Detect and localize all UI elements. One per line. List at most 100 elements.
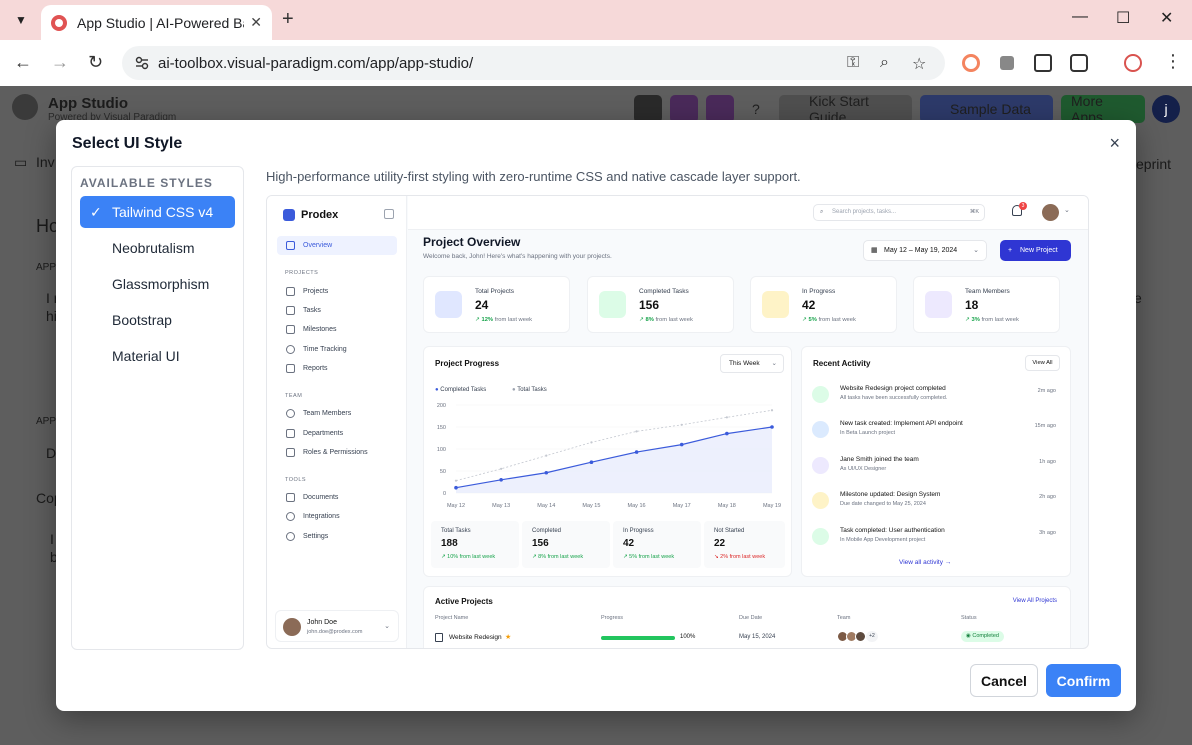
chart-point — [590, 441, 593, 444]
status-badge: ◉ Completed — [961, 631, 1004, 642]
bookmark-star-icon[interactable]: ☆ — [912, 54, 926, 74]
style-option-label: Tailwind CSS v4 — [112, 204, 214, 220]
style-option-material-ui[interactable]: Material UI — [80, 340, 235, 372]
preview-stat-delta-value: 3% — [971, 317, 980, 323]
style-option-label: Material UI — [112, 348, 180, 364]
extensions-puzzle-icon[interactable] — [1070, 54, 1088, 72]
preview-progress-fill — [601, 636, 675, 640]
minimize-button[interactable]: — — [1072, 8, 1088, 26]
close-icon[interactable]: × — [1109, 133, 1120, 154]
preview-nav-milestones: Milestones — [277, 320, 397, 339]
style-option-glassmorphism[interactable]: Glassmorphism — [80, 268, 235, 300]
preview-nav-label: Team Members — [303, 410, 352, 417]
preview-team-extra: +2 — [866, 631, 878, 642]
help-icon[interactable]: ? — [742, 95, 770, 123]
chart-area-completed — [456, 427, 772, 493]
site-info-icon[interactable] — [134, 55, 150, 71]
preview-brand-logo-icon — [283, 209, 295, 221]
profile-icon[interactable] — [1124, 54, 1142, 72]
kick-start-guide-button[interactable]: Kick Start Guide — [779, 93, 912, 125]
add-button[interactable] — [634, 95, 662, 123]
preview-view-all-activity-link: View all activity → — [899, 559, 952, 566]
preview-activity-time: 3h ago — [1039, 530, 1056, 536]
bg-blueprint-label: eprint — [1136, 156, 1172, 172]
preview-mini-label: Not Started — [714, 528, 745, 534]
zoom-icon[interactable]: ⌕ — [880, 54, 889, 72]
open-folder-button[interactable] — [670, 95, 698, 123]
preview-nav-label: Documents — [303, 494, 339, 501]
preview-user-card: John Doe john.doe@prodex.com ⌄ — [275, 610, 399, 642]
preview-mini-label: In Progress — [623, 528, 654, 534]
preview-stat-delta-text: from last week — [494, 317, 533, 323]
avatar — [1042, 204, 1059, 221]
preview-activity-item: New task created: Implement API endpoint… — [812, 420, 1062, 450]
select-ui-style-modal: Select UI Style × AVAILABLE STYLES ✓ Tai… — [56, 120, 1136, 711]
extension-chat-icon[interactable] — [1000, 56, 1014, 70]
style-option-bootstrap[interactable]: Bootstrap — [80, 304, 235, 336]
site-favicon-icon — [51, 14, 67, 31]
tab-title: App Studio | AI-Powered Backend — [77, 14, 244, 31]
preview-stat-delta-value: 8% — [645, 317, 654, 323]
preview-stat-label: Team Members — [965, 288, 1010, 295]
style-option-neobrutalism[interactable]: Neobrutalism — [80, 232, 235, 264]
reload-icon[interactable]: ↻ — [88, 52, 103, 73]
chart-point — [725, 416, 728, 419]
preview-mini-delta: ↗ 8% from last week — [532, 554, 584, 560]
maximize-button[interactable]: ☐ — [1116, 8, 1130, 28]
preview-active-title: Active Projects — [435, 597, 493, 606]
preview-mini-label: Total Tasks — [441, 528, 471, 534]
preview-date-range: ▦ May 12 – May 19, 2024 ⌄ — [863, 240, 987, 261]
preview-col-name: Project Name — [435, 615, 469, 621]
folder-icon — [286, 287, 295, 296]
address-bar[interactable]: ai-toolbox.visual-paradigm.com/app/app-s… — [122, 46, 945, 80]
style-option-label: Glassmorphism — [112, 276, 210, 292]
chart-point — [454, 485, 458, 490]
user-avatar[interactable]: j — [1152, 95, 1180, 123]
home-icon — [286, 241, 295, 250]
building-icon — [286, 429, 295, 438]
preview-row-name: Website Redesign — [449, 634, 502, 641]
chart-y-tick-label: 150 — [437, 425, 446, 431]
chart-point — [454, 479, 458, 482]
sample-data-button[interactable]: Sample Data — [920, 95, 1053, 123]
preview-stat-value: 156 — [639, 298, 660, 312]
check-circle-icon — [812, 386, 829, 403]
style-option-tailwind[interactable]: ✓ Tailwind CSS v4 — [80, 196, 235, 228]
browser-menu-icon[interactable]: ⋮ — [1164, 51, 1182, 72]
preview-mini-value: 22 — [714, 538, 726, 549]
tab-close-icon[interactable]: ✕ — [250, 14, 262, 31]
screenshot-icon[interactable] — [1034, 54, 1052, 72]
extension-record-icon[interactable] — [962, 54, 980, 72]
chart-point — [680, 423, 683, 426]
cancel-button[interactable]: Cancel — [970, 664, 1038, 697]
preview-activity-sub: In Beta Launch project — [840, 430, 896, 436]
clock-icon — [286, 345, 295, 354]
browser-tab-active[interactable]: App Studio | AI-Powered Backend ✕ — [41, 5, 272, 40]
preview-stat-value: 18 — [965, 298, 979, 312]
chart-x-tick-label: May 16 — [628, 503, 646, 509]
chart-point — [679, 442, 684, 447]
preview-active-projects-card: Active Projects View All Projects Projec… — [423, 586, 1071, 648]
back-arrow-icon[interactable]: ← — [14, 52, 32, 73]
plus-icon: + — [1008, 247, 1013, 254]
more-apps-button[interactable]: More Apps — [1061, 93, 1145, 125]
preview-nav-time-tracking: Time Tracking — [277, 340, 397, 359]
preview-mini-delta: ↘ 2% from last week — [714, 554, 766, 560]
check-icon: ✓ — [90, 204, 102, 220]
tab-search-button[interactable]: ▼ — [8, 7, 34, 33]
search-icon: ⌕ — [820, 209, 824, 215]
preview-progress-title: Project Progress — [435, 359, 500, 368]
password-key-icon[interactable]: ⚿ — [847, 54, 859, 72]
save-button[interactable] — [706, 95, 734, 123]
new-tab-button[interactable]: + — [282, 8, 294, 31]
preview-user-email: john.doe@prodex.com — [307, 629, 363, 635]
avatar — [855, 631, 866, 642]
preview-activity-item: Website Redesign project completed All t… — [812, 385, 1062, 415]
preview-nav-label: Departments — [303, 430, 344, 437]
close-window-button[interactable]: ✕ — [1160, 8, 1173, 28]
preview-stat-delta: ↗ 5% from last week — [802, 317, 856, 323]
preview-week-label: This Week — [729, 360, 760, 367]
confirm-button[interactable]: Confirm — [1046, 664, 1121, 697]
forward-arrow-icon[interactable]: → — [51, 52, 69, 73]
preview-stat-label: Total Projects — [475, 288, 515, 295]
